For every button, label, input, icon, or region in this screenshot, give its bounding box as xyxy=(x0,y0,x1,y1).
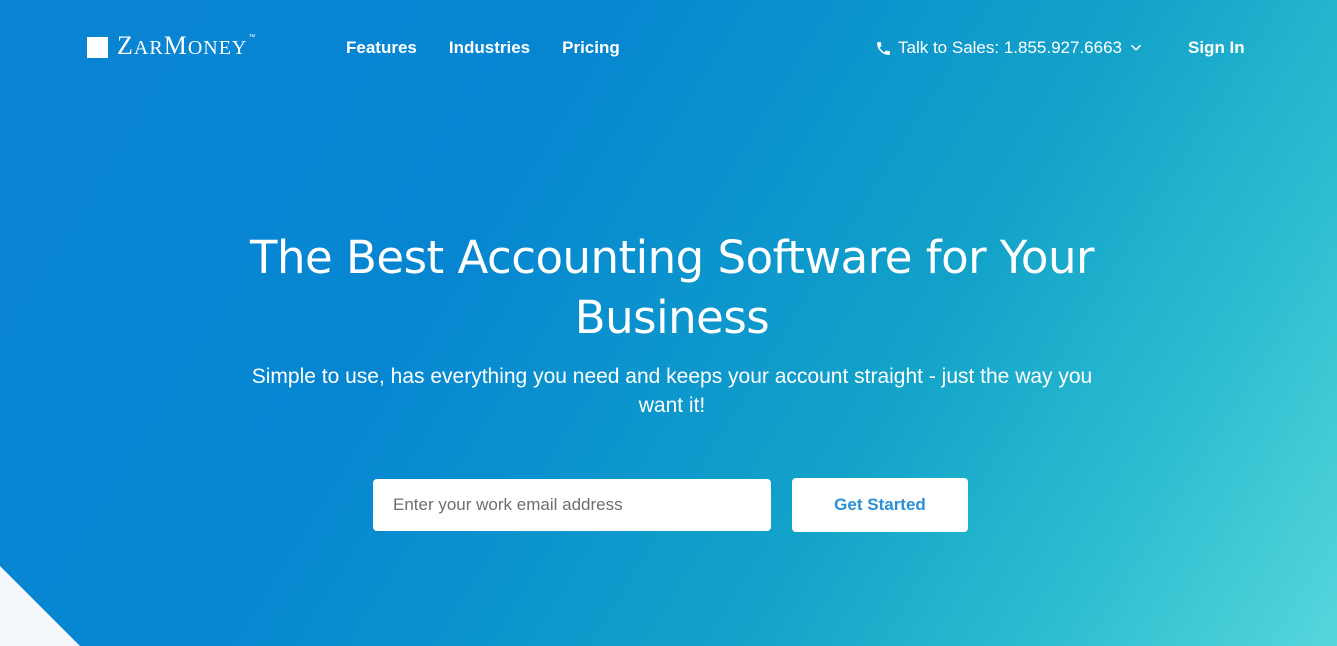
chevron-down-icon xyxy=(1131,44,1141,51)
phone-icon xyxy=(877,41,890,55)
logo-square-icon xyxy=(87,36,108,58)
work-email-input[interactable] xyxy=(373,479,771,531)
top-navbar: ZARMONEY ™ Features Industries Pricing T… xyxy=(0,0,1337,96)
logo-letters-ar: AR xyxy=(133,37,164,59)
sign-in-link[interactable]: Sign In xyxy=(1188,37,1245,59)
zarmoney-logo[interactable]: ZARMONEY ™ xyxy=(87,33,255,61)
nav-link-pricing[interactable]: Pricing xyxy=(562,37,620,59)
hero-title: The Best Accounting Software for Your Bu… xyxy=(250,231,1094,344)
hero-section: ZARMONEY ™ Features Industries Pricing T… xyxy=(0,0,1337,646)
trademark-symbol: ™ xyxy=(248,34,256,41)
talk-to-sales-dropdown[interactable]: Talk to Sales: 1.855.927.6663 xyxy=(875,37,1143,59)
talk-to-sales-label: Talk to Sales: 1.855.927.6663 xyxy=(898,38,1122,57)
nav-link-features[interactable]: Features xyxy=(346,37,417,59)
hero-subtitle: Simple to use, has everything you need a… xyxy=(251,365,1093,417)
logo-letter-m: M xyxy=(163,31,188,60)
primary-nav: Features Industries Pricing xyxy=(346,37,620,59)
nav-link-industries[interactable]: Industries xyxy=(449,37,530,59)
logo-letter-z: Z xyxy=(117,31,134,60)
logo-letters-oney: ONEY xyxy=(187,37,248,59)
logo-wordmark: ZARMONEY xyxy=(117,33,247,61)
corner-decoration xyxy=(0,566,80,646)
get-started-button[interactable]: Get Started xyxy=(792,478,968,532)
